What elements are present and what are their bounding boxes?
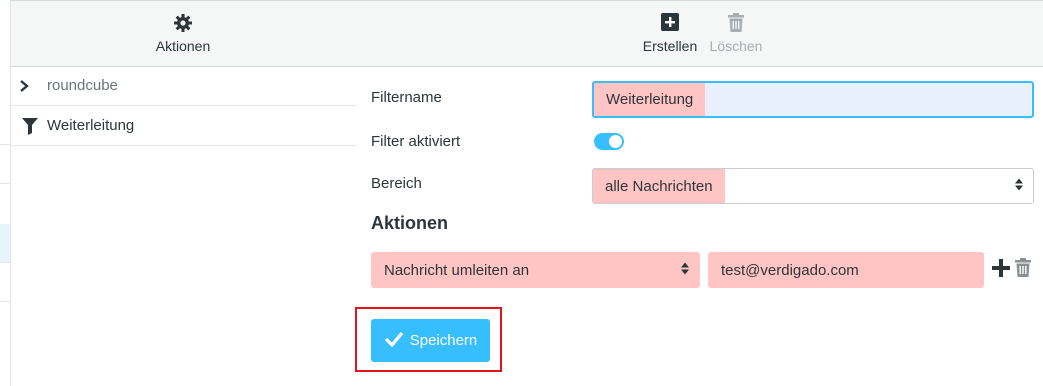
filter-sets-panel: Aktionen roundcube Weiterleitung bbox=[10, 0, 357, 386]
gear-icon bbox=[138, 13, 228, 35]
selected-row-edge bbox=[0, 224, 10, 262]
select-arrows-icon bbox=[1015, 178, 1023, 195]
toggle-knob bbox=[609, 135, 622, 148]
left-edge-strip bbox=[0, 0, 10, 386]
filtername-label: Filtername bbox=[371, 89, 442, 106]
highlight-annotation bbox=[355, 307, 502, 372]
actions-button[interactable]: Aktionen bbox=[138, 13, 228, 54]
trash-icon bbox=[706, 13, 766, 35]
filter-item-weiterleitung[interactable]: Weiterleitung bbox=[11, 106, 356, 146]
plus-square-icon bbox=[640, 13, 700, 35]
delete-button[interactable]: Löschen bbox=[706, 13, 766, 54]
filter-set-label: roundcube bbox=[47, 77, 118, 94]
action-target-input[interactable]: test@verdigado.com bbox=[708, 252, 984, 288]
filter-item-label: Weiterleitung bbox=[47, 117, 135, 134]
add-action-icon[interactable] bbox=[992, 258, 1010, 282]
actions-label: Aktionen bbox=[155, 38, 211, 54]
actions-section-title: Aktionen bbox=[371, 213, 449, 233]
action-type-value: Nachricht umleiten an bbox=[384, 261, 530, 279]
right-toolbar: Erstellen Löschen bbox=[356, 0, 1043, 67]
scope-label: Bereich bbox=[371, 175, 422, 192]
create-label: Erstellen bbox=[642, 38, 698, 54]
filter-icon bbox=[11, 117, 47, 135]
filter-set-roundcube[interactable]: roundcube bbox=[11, 66, 356, 106]
scope-select[interactable]: alle Nachrichten bbox=[592, 168, 1034, 204]
action-type-select[interactable]: Nachricht umleiten an bbox=[371, 252, 700, 288]
action-target-value: test@verdigado.com bbox=[721, 261, 859, 279]
filtername-value: Weiterleitung bbox=[594, 83, 706, 116]
create-button[interactable]: Erstellen bbox=[640, 13, 700, 54]
remove-action-icon[interactable] bbox=[1015, 258, 1031, 282]
chevron-right-icon[interactable] bbox=[11, 79, 47, 92]
delete-label: Löschen bbox=[709, 38, 763, 54]
filtername-input[interactable]: Weiterleitung bbox=[592, 81, 1034, 118]
filter-enabled-toggle[interactable] bbox=[594, 133, 624, 150]
scope-value: alle Nachrichten bbox=[593, 169, 725, 203]
action-row-controls bbox=[992, 258, 1031, 282]
select-arrows-icon bbox=[681, 262, 689, 279]
filter-enabled-label: Filter aktiviert bbox=[371, 133, 461, 150]
left-toolbar: Aktionen bbox=[11, 0, 356, 67]
